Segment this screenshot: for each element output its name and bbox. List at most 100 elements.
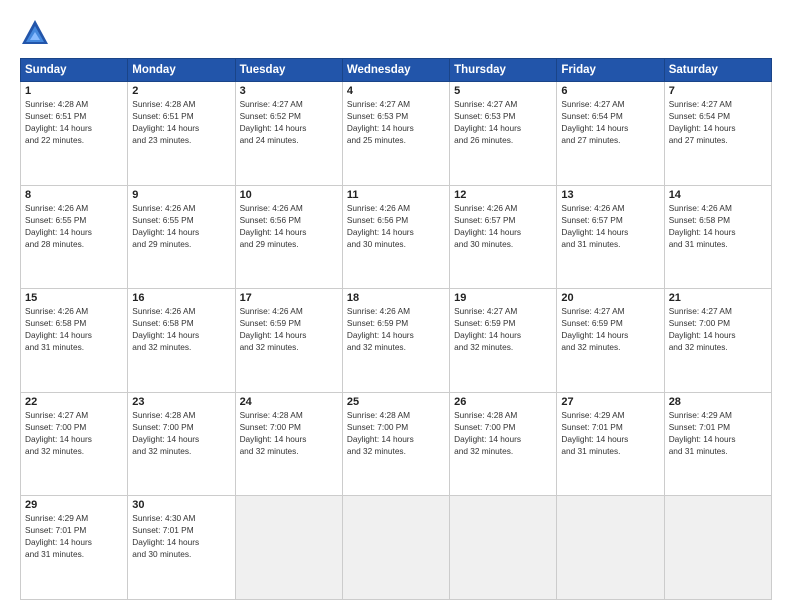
calendar-cell bbox=[342, 496, 449, 600]
day-number: 11 bbox=[347, 189, 445, 201]
day-number: 13 bbox=[561, 189, 659, 201]
day-info: Sunrise: 4:26 AM Sunset: 6:58 PM Dayligh… bbox=[132, 305, 230, 353]
calendar-cell: 4Sunrise: 4:27 AM Sunset: 6:53 PM Daylig… bbox=[342, 82, 449, 186]
day-info: Sunrise: 4:27 AM Sunset: 6:59 PM Dayligh… bbox=[561, 305, 659, 353]
day-info: Sunrise: 4:30 AM Sunset: 7:01 PM Dayligh… bbox=[132, 512, 230, 560]
day-number: 23 bbox=[132, 396, 230, 408]
week-row-3: 15Sunrise: 4:26 AM Sunset: 6:58 PM Dayli… bbox=[21, 289, 772, 393]
day-info: Sunrise: 4:27 AM Sunset: 6:52 PM Dayligh… bbox=[240, 98, 338, 146]
calendar-cell bbox=[557, 496, 664, 600]
day-number: 8 bbox=[25, 189, 123, 201]
day-number: 10 bbox=[240, 189, 338, 201]
day-number: 12 bbox=[454, 189, 552, 201]
day-info: Sunrise: 4:27 AM Sunset: 7:00 PM Dayligh… bbox=[25, 409, 123, 457]
day-number: 9 bbox=[132, 189, 230, 201]
day-number: 7 bbox=[669, 85, 767, 97]
day-info: Sunrise: 4:28 AM Sunset: 7:00 PM Dayligh… bbox=[454, 409, 552, 457]
calendar-cell bbox=[664, 496, 771, 600]
day-number: 3 bbox=[240, 85, 338, 97]
weekday-friday: Friday bbox=[557, 59, 664, 82]
day-number: 20 bbox=[561, 292, 659, 304]
day-number: 22 bbox=[25, 396, 123, 408]
calendar-cell: 24Sunrise: 4:28 AM Sunset: 7:00 PM Dayli… bbox=[235, 392, 342, 496]
calendar-cell: 15Sunrise: 4:26 AM Sunset: 6:58 PM Dayli… bbox=[21, 289, 128, 393]
day-number: 18 bbox=[347, 292, 445, 304]
day-number: 29 bbox=[25, 499, 123, 511]
day-number: 30 bbox=[132, 499, 230, 511]
calendar-cell: 18Sunrise: 4:26 AM Sunset: 6:59 PM Dayli… bbox=[342, 289, 449, 393]
day-info: Sunrise: 4:26 AM Sunset: 6:59 PM Dayligh… bbox=[347, 305, 445, 353]
weekday-header-row: SundayMondayTuesdayWednesdayThursdayFrid… bbox=[21, 59, 772, 82]
page: SundayMondayTuesdayWednesdayThursdayFrid… bbox=[0, 0, 792, 612]
calendar-cell: 30Sunrise: 4:30 AM Sunset: 7:01 PM Dayli… bbox=[128, 496, 235, 600]
day-info: Sunrise: 4:27 AM Sunset: 6:53 PM Dayligh… bbox=[347, 98, 445, 146]
calendar-cell: 22Sunrise: 4:27 AM Sunset: 7:00 PM Dayli… bbox=[21, 392, 128, 496]
day-info: Sunrise: 4:28 AM Sunset: 6:51 PM Dayligh… bbox=[132, 98, 230, 146]
day-info: Sunrise: 4:29 AM Sunset: 7:01 PM Dayligh… bbox=[25, 512, 123, 560]
day-info: Sunrise: 4:26 AM Sunset: 6:57 PM Dayligh… bbox=[454, 202, 552, 250]
calendar-cell: 25Sunrise: 4:28 AM Sunset: 7:00 PM Dayli… bbox=[342, 392, 449, 496]
day-info: Sunrise: 4:29 AM Sunset: 7:01 PM Dayligh… bbox=[669, 409, 767, 457]
day-info: Sunrise: 4:26 AM Sunset: 6:56 PM Dayligh… bbox=[240, 202, 338, 250]
day-number: 14 bbox=[669, 189, 767, 201]
day-number: 28 bbox=[669, 396, 767, 408]
calendar-cell: 27Sunrise: 4:29 AM Sunset: 7:01 PM Dayli… bbox=[557, 392, 664, 496]
weekday-thursday: Thursday bbox=[450, 59, 557, 82]
calendar-cell: 21Sunrise: 4:27 AM Sunset: 7:00 PM Dayli… bbox=[664, 289, 771, 393]
calendar-cell: 14Sunrise: 4:26 AM Sunset: 6:58 PM Dayli… bbox=[664, 185, 771, 289]
weekday-monday: Monday bbox=[128, 59, 235, 82]
day-info: Sunrise: 4:26 AM Sunset: 6:56 PM Dayligh… bbox=[347, 202, 445, 250]
day-number: 15 bbox=[25, 292, 123, 304]
day-info: Sunrise: 4:26 AM Sunset: 6:58 PM Dayligh… bbox=[25, 305, 123, 353]
calendar-cell: 12Sunrise: 4:26 AM Sunset: 6:57 PM Dayli… bbox=[450, 185, 557, 289]
day-number: 4 bbox=[347, 85, 445, 97]
day-info: Sunrise: 4:28 AM Sunset: 7:00 PM Dayligh… bbox=[240, 409, 338, 457]
calendar-cell: 9Sunrise: 4:26 AM Sunset: 6:55 PM Daylig… bbox=[128, 185, 235, 289]
day-info: Sunrise: 4:29 AM Sunset: 7:01 PM Dayligh… bbox=[561, 409, 659, 457]
calendar-cell: 11Sunrise: 4:26 AM Sunset: 6:56 PM Dayli… bbox=[342, 185, 449, 289]
day-number: 24 bbox=[240, 396, 338, 408]
calendar-cell: 10Sunrise: 4:26 AM Sunset: 6:56 PM Dayli… bbox=[235, 185, 342, 289]
calendar: SundayMondayTuesdayWednesdayThursdayFrid… bbox=[20, 58, 772, 600]
logo-icon bbox=[20, 18, 50, 48]
calendar-cell: 13Sunrise: 4:26 AM Sunset: 6:57 PM Dayli… bbox=[557, 185, 664, 289]
day-info: Sunrise: 4:26 AM Sunset: 6:55 PM Dayligh… bbox=[132, 202, 230, 250]
day-number: 21 bbox=[669, 292, 767, 304]
day-info: Sunrise: 4:26 AM Sunset: 6:59 PM Dayligh… bbox=[240, 305, 338, 353]
day-info: Sunrise: 4:27 AM Sunset: 6:53 PM Dayligh… bbox=[454, 98, 552, 146]
calendar-cell: 1Sunrise: 4:28 AM Sunset: 6:51 PM Daylig… bbox=[21, 82, 128, 186]
week-row-5: 29Sunrise: 4:29 AM Sunset: 7:01 PM Dayli… bbox=[21, 496, 772, 600]
calendar-cell: 7Sunrise: 4:27 AM Sunset: 6:54 PM Daylig… bbox=[664, 82, 771, 186]
calendar-cell: 17Sunrise: 4:26 AM Sunset: 6:59 PM Dayli… bbox=[235, 289, 342, 393]
day-info: Sunrise: 4:27 AM Sunset: 6:59 PM Dayligh… bbox=[454, 305, 552, 353]
day-info: Sunrise: 4:26 AM Sunset: 6:58 PM Dayligh… bbox=[669, 202, 767, 250]
day-info: Sunrise: 4:26 AM Sunset: 6:57 PM Dayligh… bbox=[561, 202, 659, 250]
calendar-cell bbox=[450, 496, 557, 600]
calendar-cell bbox=[235, 496, 342, 600]
day-info: Sunrise: 4:27 AM Sunset: 7:00 PM Dayligh… bbox=[669, 305, 767, 353]
week-row-4: 22Sunrise: 4:27 AM Sunset: 7:00 PM Dayli… bbox=[21, 392, 772, 496]
day-number: 27 bbox=[561, 396, 659, 408]
day-info: Sunrise: 4:27 AM Sunset: 6:54 PM Dayligh… bbox=[669, 98, 767, 146]
day-info: Sunrise: 4:28 AM Sunset: 6:51 PM Dayligh… bbox=[25, 98, 123, 146]
day-number: 26 bbox=[454, 396, 552, 408]
day-number: 25 bbox=[347, 396, 445, 408]
calendar-cell: 5Sunrise: 4:27 AM Sunset: 6:53 PM Daylig… bbox=[450, 82, 557, 186]
logo bbox=[20, 18, 56, 48]
weekday-tuesday: Tuesday bbox=[235, 59, 342, 82]
calendar-cell: 2Sunrise: 4:28 AM Sunset: 6:51 PM Daylig… bbox=[128, 82, 235, 186]
day-number: 19 bbox=[454, 292, 552, 304]
day-number: 16 bbox=[132, 292, 230, 304]
week-row-1: 1Sunrise: 4:28 AM Sunset: 6:51 PM Daylig… bbox=[21, 82, 772, 186]
day-info: Sunrise: 4:26 AM Sunset: 6:55 PM Dayligh… bbox=[25, 202, 123, 250]
day-info: Sunrise: 4:28 AM Sunset: 7:00 PM Dayligh… bbox=[132, 409, 230, 457]
header bbox=[20, 18, 772, 48]
week-row-2: 8Sunrise: 4:26 AM Sunset: 6:55 PM Daylig… bbox=[21, 185, 772, 289]
calendar-cell: 8Sunrise: 4:26 AM Sunset: 6:55 PM Daylig… bbox=[21, 185, 128, 289]
day-number: 6 bbox=[561, 85, 659, 97]
calendar-cell: 26Sunrise: 4:28 AM Sunset: 7:00 PM Dayli… bbox=[450, 392, 557, 496]
day-number: 1 bbox=[25, 85, 123, 97]
day-info: Sunrise: 4:28 AM Sunset: 7:00 PM Dayligh… bbox=[347, 409, 445, 457]
calendar-cell: 6Sunrise: 4:27 AM Sunset: 6:54 PM Daylig… bbox=[557, 82, 664, 186]
calendar-cell: 29Sunrise: 4:29 AM Sunset: 7:01 PM Dayli… bbox=[21, 496, 128, 600]
